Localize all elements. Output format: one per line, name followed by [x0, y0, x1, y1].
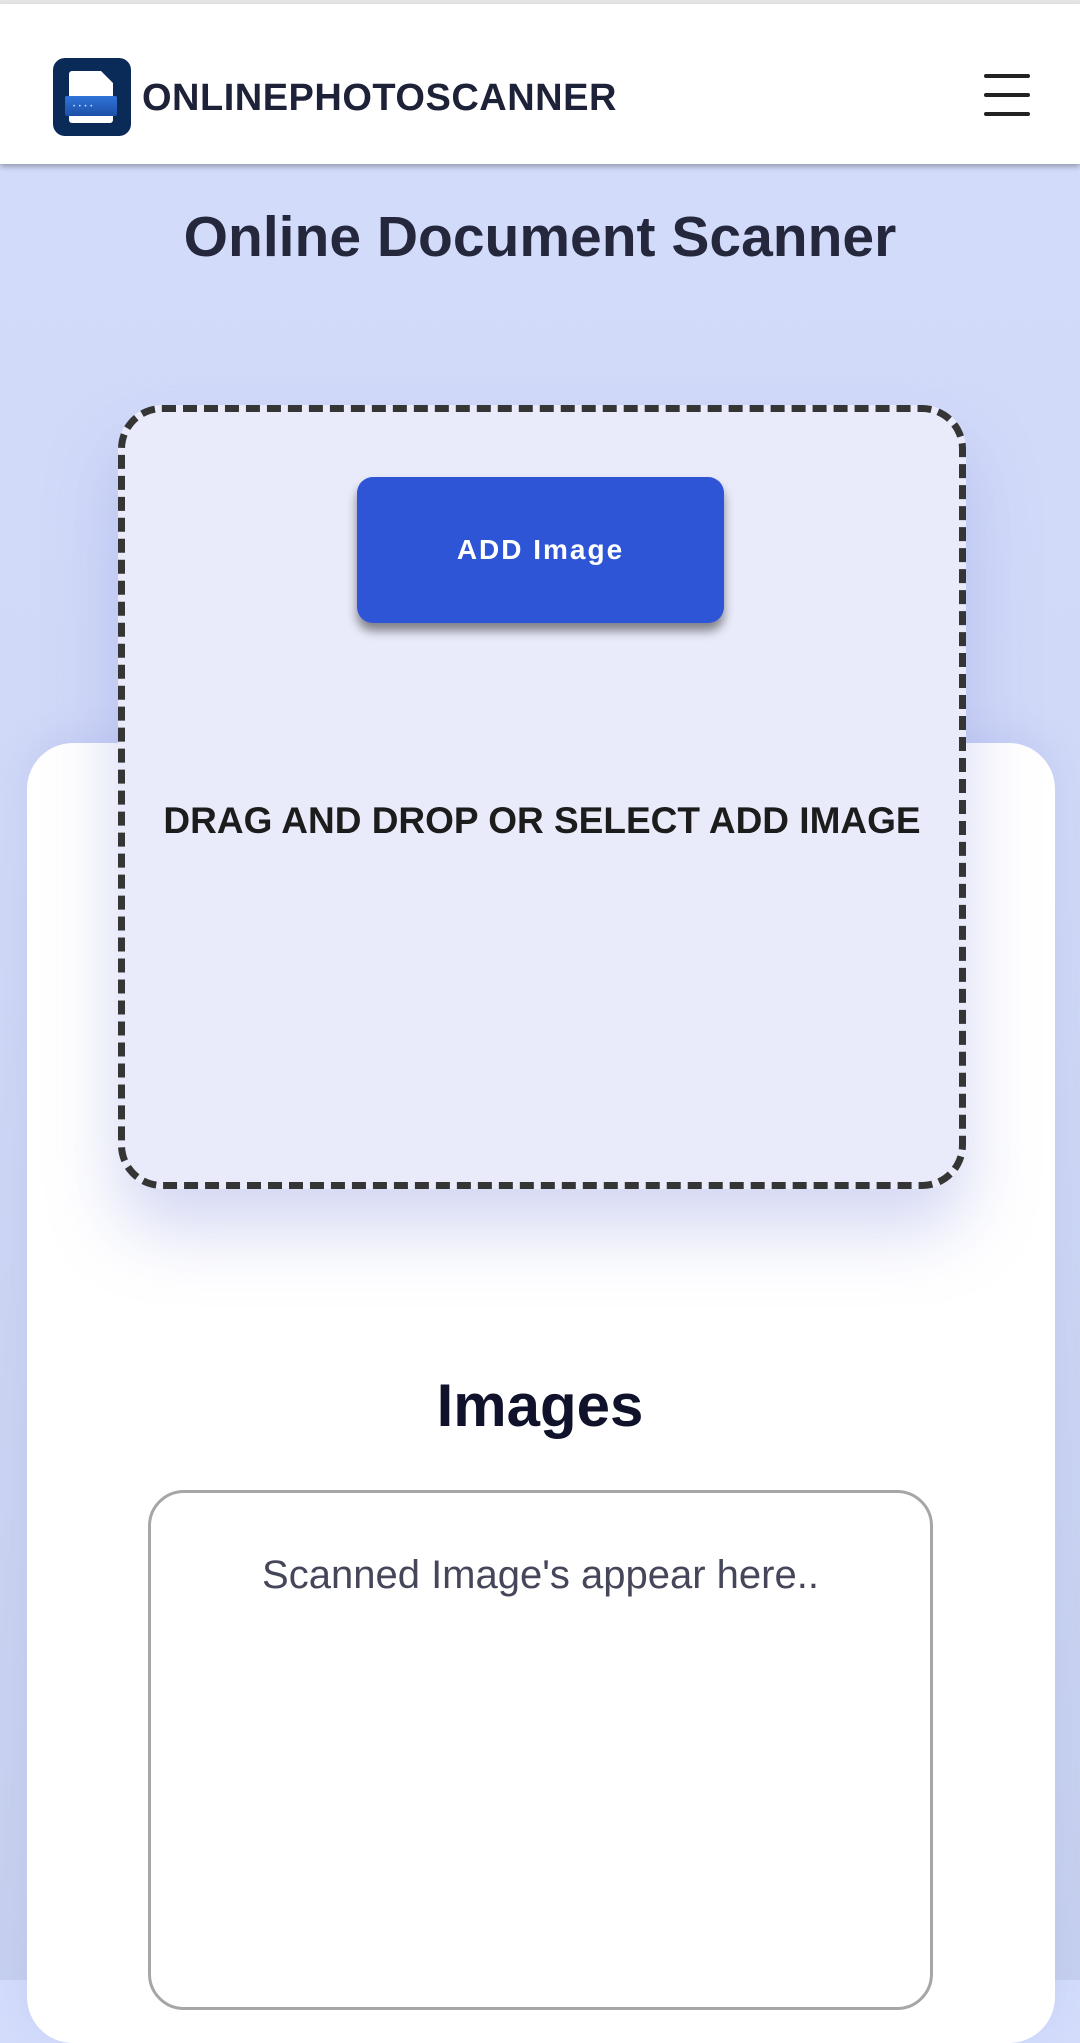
scanned-images-placeholder: Scanned Image's appear here.. — [262, 1553, 819, 1597]
scanner-logo-icon[interactable] — [53, 58, 131, 136]
add-image-button[interactable]: ADD Image — [357, 477, 724, 623]
menu-bar-middle — [984, 93, 1030, 97]
hamburger-menu-icon[interactable] — [980, 70, 1032, 120]
brand-name[interactable]: ONLINEPHOTOSCANNER — [142, 77, 617, 120]
menu-bar-top — [984, 74, 1030, 78]
dropzone-instructions: DRAG AND DROP OR SELECT ADD IMAGE — [163, 800, 921, 841]
scan-bar-glyph — [65, 96, 117, 116]
menu-bar-bottom — [984, 112, 1030, 116]
page-title: Online Document Scanner — [183, 205, 897, 269]
site-header: ONLINEPHOTOSCANNER — [0, 4, 1080, 164]
images-heading: Images — [436, 1372, 644, 1439]
